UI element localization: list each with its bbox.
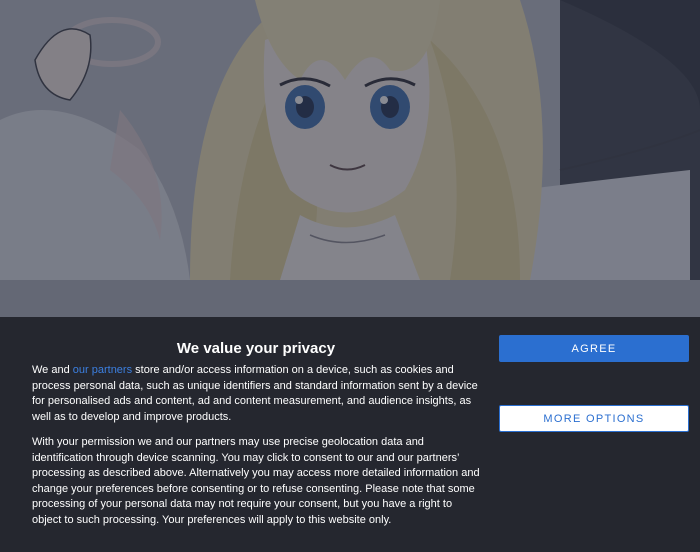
consent-banner: We value your privacy We and our partner… xyxy=(0,317,700,552)
consent-p1-prefix: We and xyxy=(32,364,73,376)
consent-paragraph-1: We and our partners store and/or access … xyxy=(32,363,480,425)
consent-p2-text: With your permission we and our partners… xyxy=(32,436,480,526)
more-options-button[interactable]: MORE OPTIONS xyxy=(499,405,689,432)
consent-title: We value your privacy xyxy=(176,340,336,357)
agree-button[interactable]: AGREE xyxy=(499,335,689,362)
consent-paragraph-2: With your permission we and our partners… xyxy=(32,435,480,528)
our-partners-link[interactable]: our partners xyxy=(73,364,132,376)
